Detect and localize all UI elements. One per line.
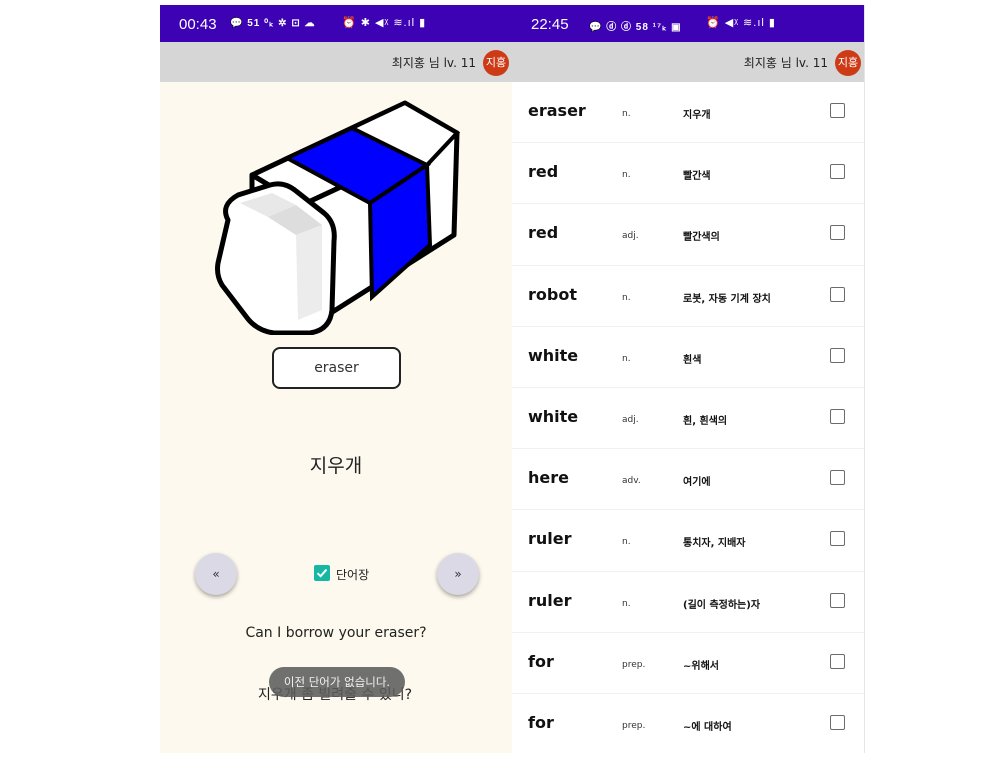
word-meaning: (길이 측정하는)자 xyxy=(683,599,761,611)
word-meaning: 로봇, 자동 기계 장치 xyxy=(683,293,771,305)
vocab-checkbox[interactable] xyxy=(314,565,330,581)
word-text: for xyxy=(528,651,554,671)
status-bar: 00:43 💬 51 ⁰ₖ ✲ ⊡ ☁ ⏰ ✱ ◀ᵡ ≋.ıl ▮ xyxy=(160,5,512,42)
example-sentence-en: Can I borrow your eraser? xyxy=(245,625,427,641)
word-text: here xyxy=(528,468,569,488)
prev-word-button[interactable]: « xyxy=(195,553,237,595)
word-card-screen: 00:43 💬 51 ⁰ₖ ✲ ⊡ ☁ ⏰ ✱ ◀ᵡ ≋.ıl ▮ 최지홍 님 … xyxy=(160,5,512,753)
word-list-row[interactable]: red n. 빨간색 xyxy=(512,143,864,205)
status-notification-icons: 💬 51 ⁰ₖ ✲ ⊡ ☁ xyxy=(230,18,316,29)
app-header: 최지홍 님 lv. 11 지홍 xyxy=(160,42,512,82)
word-checkbox[interactable] xyxy=(830,470,845,486)
word-list-row[interactable]: white adj. 흰, 흰색의 xyxy=(512,388,864,450)
word-meaning: 흰색 xyxy=(683,354,702,366)
word-list-row[interactable]: robot n. 로봇, 자동 기계 장치 xyxy=(512,266,864,327)
word-checkbox[interactable] xyxy=(830,531,845,547)
part-of-speech: n. xyxy=(622,109,631,119)
word-list-row[interactable]: ruler n. 통치자, 지배자 xyxy=(512,510,864,572)
part-of-speech: n. xyxy=(622,353,631,364)
word-checkbox[interactable] xyxy=(830,592,845,608)
word-meaning: ~에 대하여 xyxy=(683,721,732,733)
status-time: 22:45 xyxy=(531,16,569,33)
status-system-icons: ⏰ ◀ᵡ ≋.ıl ▮ xyxy=(706,17,776,29)
word-meaning: 지우개 xyxy=(683,110,711,121)
user-level-label: 최지홍 님 lv. 11 xyxy=(743,56,828,70)
part-of-speech: adv. xyxy=(622,476,641,487)
vocab-label: 단어장 xyxy=(336,568,370,582)
app-header: 최지홍 님 lv. 11 지홍 xyxy=(512,42,864,82)
word-checkbox[interactable] xyxy=(830,103,845,118)
word-checkbox[interactable] xyxy=(830,286,845,302)
word-text: eraser xyxy=(528,101,586,120)
word-meaning: ~위해서 xyxy=(683,660,719,672)
word-checkbox[interactable] xyxy=(830,347,845,363)
word-list-row[interactable]: for prep. ~위해서 xyxy=(512,633,864,694)
word-checkbox[interactable] xyxy=(830,714,845,730)
next-word-button[interactable]: » xyxy=(437,553,479,595)
word-list: eraser n. 지우개 red n. 빨간색 red adj. 빨간색의 robot n. 로봇,… xyxy=(512,82,864,753)
word-text: white xyxy=(528,406,579,426)
word-text: ruler xyxy=(528,590,572,610)
part-of-speech: n. xyxy=(622,537,631,548)
word-list-row[interactable]: white n. 흰색 xyxy=(512,327,864,388)
status-time: 00:43 xyxy=(179,16,217,33)
part-of-speech: adj. xyxy=(622,414,639,425)
word-meaning: 통치자, 지배자 xyxy=(683,538,746,550)
word-meaning: 빨간색 xyxy=(683,171,711,183)
word-list-row[interactable]: red adj. 빨간색의 xyxy=(512,204,864,266)
word-list-row[interactable]: eraser n. 지우개 xyxy=(512,82,864,144)
status-notification-icons: 💬 ⓓ ⓓ 58 ¹⁷ₖ ▣ xyxy=(589,22,682,33)
word-list-screen: 22:45 💬 ⓓ ⓓ 58 ¹⁷ₖ ▣ ⏰ ◀ᵡ ≋.ıl ▮ 최지홍 님 l… xyxy=(512,5,865,753)
word-text: robot xyxy=(528,284,577,304)
word-display[interactable]: eraser xyxy=(272,347,401,389)
word-text: white xyxy=(528,345,579,365)
word-text: for xyxy=(528,712,554,732)
avatar[interactable]: 지홍 xyxy=(835,50,861,76)
word-text: red xyxy=(528,223,559,243)
word-text: red xyxy=(528,162,559,182)
part-of-speech: prep. xyxy=(622,720,646,731)
eraser-illustration xyxy=(215,100,460,335)
word-checkbox[interactable] xyxy=(830,164,845,180)
word-checkbox[interactable] xyxy=(830,653,845,669)
status-bar: 22:45 💬 ⓓ ⓓ 58 ¹⁷ₖ ▣ ⏰ ◀ᵡ ≋.ıl ▮ xyxy=(512,5,864,42)
word-checkbox[interactable] xyxy=(830,408,845,424)
part-of-speech: adj. xyxy=(622,231,639,242)
word-checkbox[interactable] xyxy=(830,225,845,241)
part-of-speech: n. xyxy=(622,292,631,303)
avatar[interactable]: 지홍 xyxy=(483,50,509,76)
word-meaning: 빨간색의 xyxy=(683,232,720,244)
word-meaning: 지우개 xyxy=(309,455,363,477)
part-of-speech: n. xyxy=(622,598,631,609)
part-of-speech: n. xyxy=(622,170,631,181)
word-meaning: 흰, 흰색의 xyxy=(683,415,728,427)
part-of-speech: prep. xyxy=(622,659,646,670)
status-system-icons: ⏰ ✱ ◀ᵡ ≋.ıl ▮ xyxy=(342,17,427,29)
word-meaning: 여기에 xyxy=(683,477,711,489)
word-list-row[interactable]: for prep. ~에 대하여 xyxy=(512,694,864,753)
check-icon xyxy=(316,568,328,578)
word-list-row[interactable]: here adv. 여기에 xyxy=(512,449,864,511)
user-level-label: 최지홍 님 lv. 11 xyxy=(391,56,476,70)
word-text: ruler xyxy=(528,529,572,549)
word-list-row[interactable]: ruler n. (길이 측정하는)자 xyxy=(512,572,864,633)
toast-message: 이전 단어가 없습니다. xyxy=(269,667,405,697)
